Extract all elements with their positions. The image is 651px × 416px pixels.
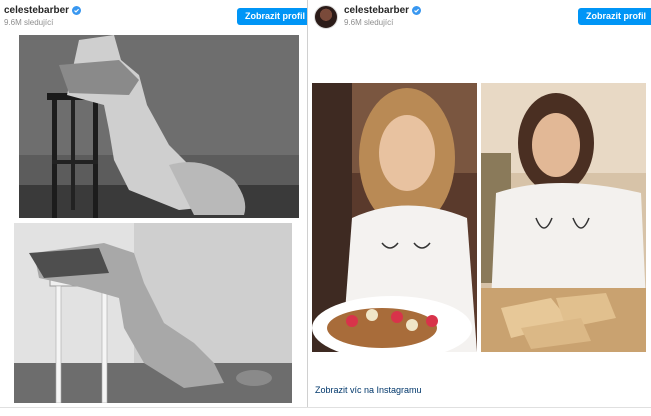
stool-pose-model-photo[interactable] xyxy=(19,35,299,218)
embed-header: celestebarber 9.6M sledující Zobrazit pr… xyxy=(308,0,651,34)
toast-parody-photo[interactable] xyxy=(481,83,646,352)
username[interactable]: celestebarber xyxy=(4,5,69,16)
pancakes-model-photo[interactable] xyxy=(312,83,477,352)
username[interactable]: celestebarber xyxy=(344,5,409,16)
verified-badge-icon xyxy=(412,6,422,15)
username-row[interactable]: celestebarber xyxy=(344,5,422,16)
instagram-embed-left: celestebarber 9.6M sledující Zobrazit pr… xyxy=(0,0,313,416)
verified-badge-icon xyxy=(72,6,82,15)
avatar[interactable] xyxy=(314,5,338,29)
username-row[interactable]: celestebarber xyxy=(4,5,82,16)
bottom-divider xyxy=(0,407,651,408)
embed-header: celestebarber 9.6M sledující Zobrazit pr… xyxy=(0,0,313,34)
follower-count: 9.6M sledující xyxy=(4,18,54,27)
instagram-embed-right: celestebarber 9.6M sledující Zobrazit pr… xyxy=(308,0,651,416)
stool-pose-parody-photo[interactable] xyxy=(14,223,292,403)
view-more-on-instagram-link[interactable]: Zobrazit víc na Instagramu xyxy=(315,385,422,395)
follower-count: 9.6M sledující xyxy=(344,18,394,27)
view-profile-button[interactable]: Zobrazit profil xyxy=(237,8,313,25)
view-profile-button[interactable]: Zobrazit profil xyxy=(578,8,651,25)
